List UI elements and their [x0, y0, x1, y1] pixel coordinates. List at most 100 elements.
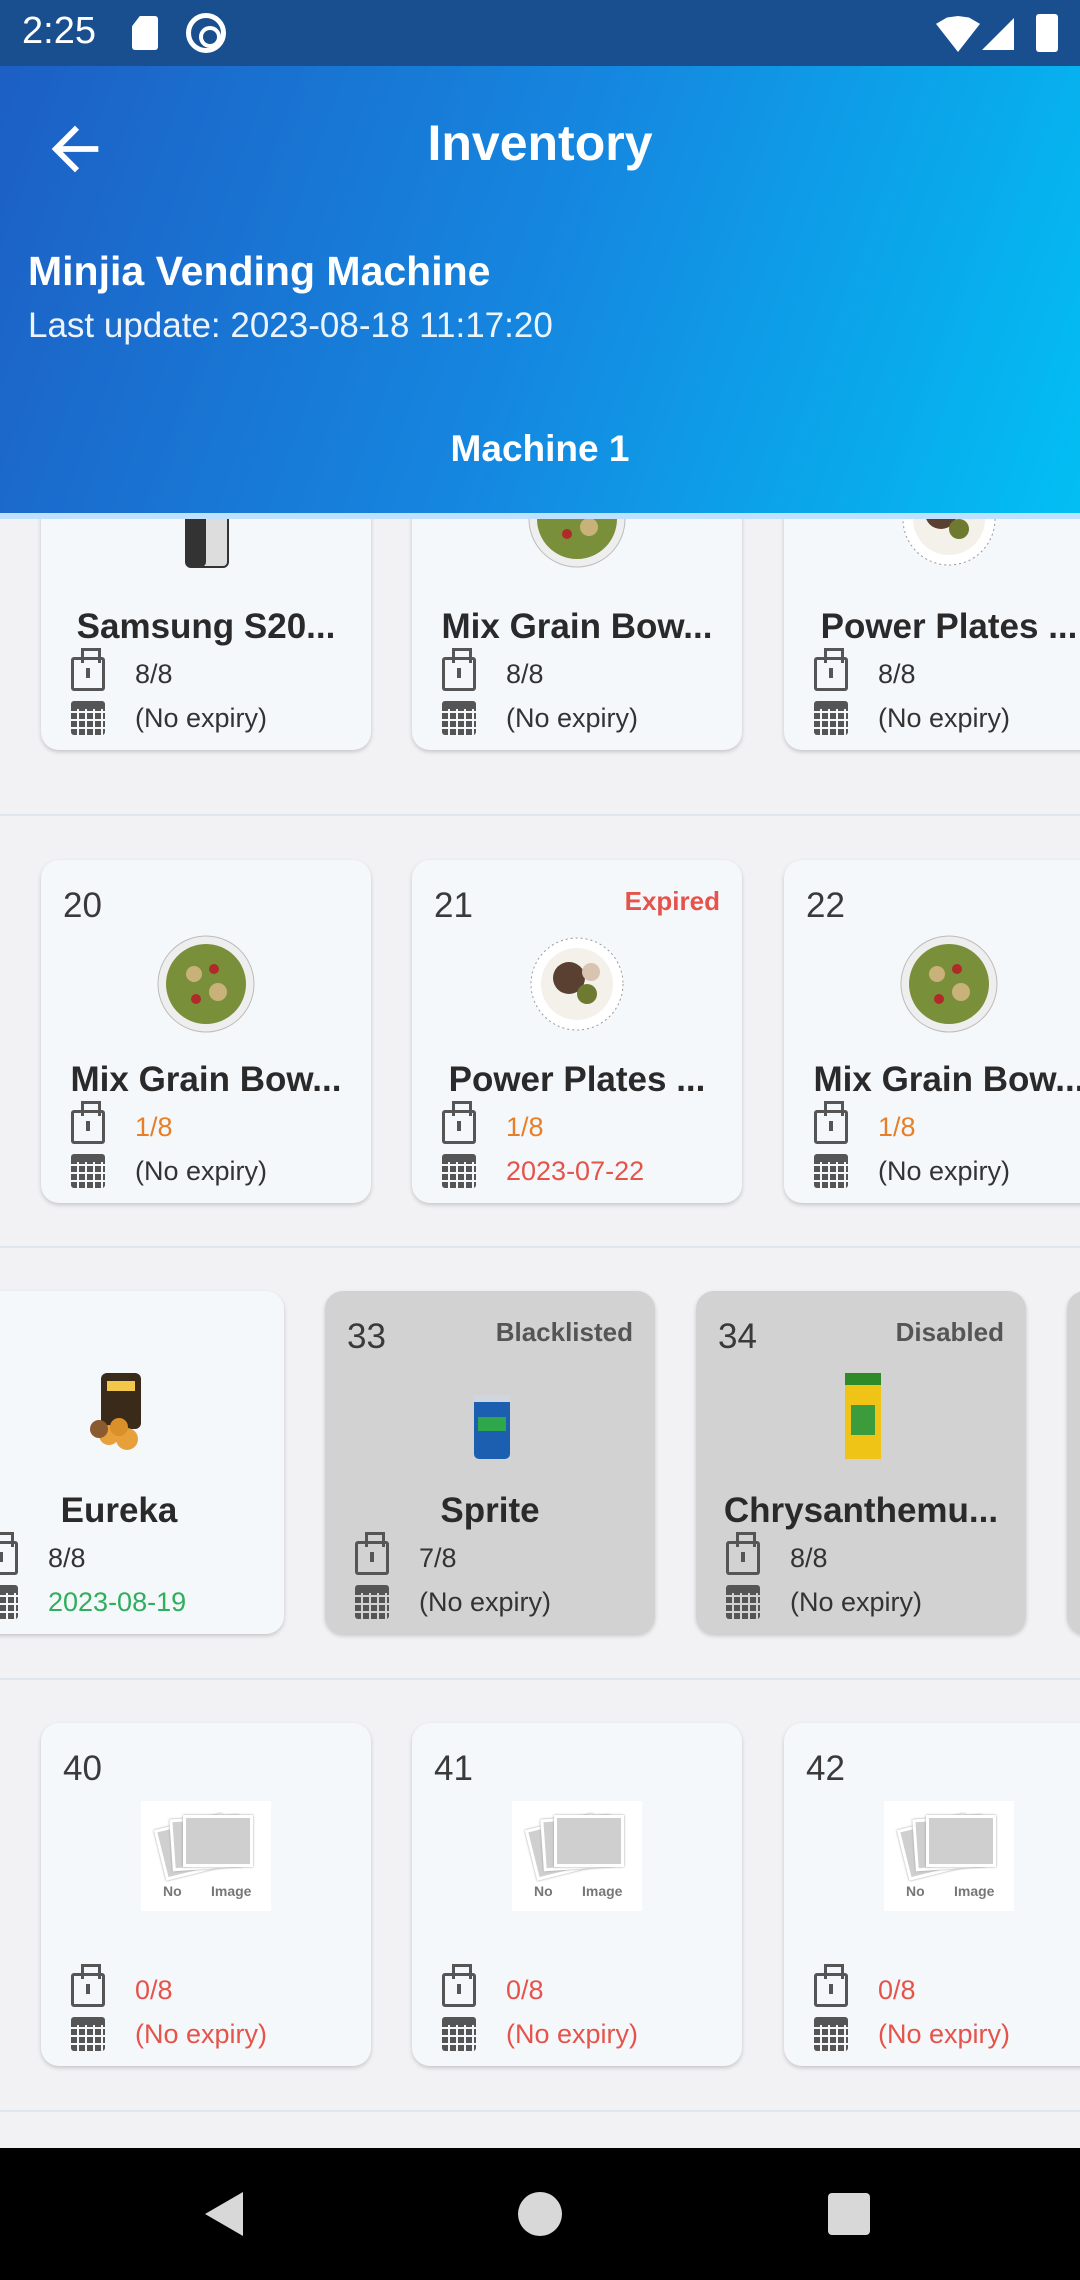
calendar-icon — [0, 1585, 18, 1619]
slot-card[interactable]: 41 No Image 0/8 (No expiry) — [412, 1723, 742, 2066]
quantity-value: 8/8 — [48, 1542, 86, 1573]
battery-icon — [1036, 14, 1058, 52]
no-image-label: Image — [954, 1883, 995, 1899]
product-name: Power Plates ... — [820, 607, 1078, 646]
no-image-label: Image — [582, 1883, 623, 1899]
quantity: 8/8 — [71, 648, 173, 691]
box-icon — [71, 1964, 105, 2007]
expiry-value: (No expiry) — [419, 1586, 552, 1617]
product-name: Mix Grain Bow... — [70, 1060, 342, 1099]
assistant-icon — [186, 13, 226, 53]
quantity: 8/8 — [814, 648, 916, 691]
expiry: (No expiry) — [814, 2017, 1010, 2051]
quantity-value: 8/8 — [878, 658, 916, 689]
quantity: 8/8 — [726, 1532, 828, 1575]
quantity-value: 0/8 — [135, 1974, 173, 2005]
signal-icon — [982, 18, 1014, 50]
box-icon — [0, 1532, 18, 1575]
slot-card[interactable]: 40 No Image 0/8 (No expiry) — [41, 1723, 371, 2066]
slot-card[interactable]: Power Plates ... 8/8 (No expiry) — [784, 519, 1080, 750]
quantity: 1/8 — [814, 1101, 916, 1144]
soda-can-image — [474, 1395, 510, 1459]
row-divider — [0, 2110, 1080, 2112]
calendar-icon — [814, 2017, 848, 2051]
quantity-value: 8/8 — [135, 658, 173, 689]
row-divider — [0, 1246, 1080, 1248]
slot-number: 20 — [63, 886, 102, 925]
inventory-grid[interactable]: Samsung S20... 8/8 (No expiry) Mix Grain… — [0, 519, 1080, 2148]
status-badge: Disabled — [895, 1317, 1004, 1347]
box-icon — [814, 1101, 848, 1144]
expiry-value: (No expiry) — [135, 2018, 268, 2049]
calendar-icon — [442, 701, 476, 735]
sd-card-icon — [132, 16, 158, 50]
expiry-value: (No expiry) — [506, 2018, 639, 2049]
expiry-value: (No expiry) — [878, 702, 1011, 733]
expiry: (No expiry) — [71, 1154, 267, 1188]
nav-back-icon[interactable] — [205, 2192, 243, 2236]
expiry: (No expiry) — [814, 701, 1010, 735]
quantity-value: 7/8 — [419, 1542, 457, 1573]
calendar-icon — [442, 1154, 476, 1188]
status-time: 2:25 — [22, 10, 96, 52]
product-name: Chrysanthemu... — [723, 1491, 999, 1530]
expiry-value: (No expiry) — [135, 702, 268, 733]
slot-number: 40 — [63, 1749, 102, 1788]
expiry-value: (No expiry) — [790, 1586, 923, 1617]
slot-card[interactable]: Samsung S20... 8/8 (No expiry) — [41, 519, 371, 750]
quantity: 8/8 — [0, 1532, 86, 1575]
product-name: Mix Grain Bow... — [813, 1060, 1080, 1099]
expiry-value: (No expiry) — [878, 1155, 1011, 1186]
calendar-icon — [71, 2017, 105, 2051]
expiry: (No expiry) — [355, 1585, 551, 1619]
system-nav-bar — [0, 2148, 1080, 2280]
slot-card[interactable]: 20 Mix Grain Bow... 1/8 (No expiry) — [41, 860, 371, 1203]
slot-card[interactable]: 21 Expired Power Plates ... 1/8 2023-07-… — [412, 860, 742, 1203]
slot-card[interactable]: Mix Grain Bow... 8/8 (No expiry) — [412, 519, 742, 750]
quantity-value: 0/8 — [878, 1974, 916, 2005]
box-icon — [71, 1101, 105, 1144]
tab-machine-1[interactable]: Machine 1 — [0, 428, 1080, 470]
no-image-label: Image — [211, 1883, 252, 1899]
slot-card[interactable]: 33 Blacklisted Sprite 7/8 (No expiry) — [325, 1291, 655, 1634]
expiry: (No expiry) — [442, 2017, 638, 2051]
slot-row: Samsung S20... 8/8 (No expiry) Mix Grain… — [0, 519, 1080, 839]
box-icon — [442, 1101, 476, 1144]
slot-number: 22 — [806, 886, 845, 925]
calendar-icon — [726, 1585, 760, 1619]
expiry-value: 2023-08-19 — [48, 1586, 187, 1617]
slot-number: 41 — [434, 1749, 473, 1788]
calendar-icon — [71, 701, 105, 735]
slot-card[interactable] — [1067, 1291, 1080, 1634]
calendar-icon — [71, 1154, 105, 1188]
photo-stack-icon — [183, 1815, 253, 1867]
expiry-value: 2023-07-22 — [506, 1155, 645, 1186]
slot-number: 33 — [347, 1317, 386, 1356]
calendar-icon — [814, 701, 848, 735]
product-name: Samsung S20... — [76, 607, 336, 646]
nav-home-icon[interactable] — [518, 2192, 562, 2236]
slot-row: 20 Mix Grain Bow... 1/8 (No expiry) 21 E… — [0, 860, 1080, 1292]
status-bar: 2:25 — [0, 0, 1080, 66]
slot-card[interactable]: 2 Eureka 8/8 2023-08-19 — [0, 1291, 284, 1634]
machine-name: Minjia Vending Machine — [28, 248, 491, 294]
slot-card[interactable]: 34 Disabled Chrysanthemu... 8/8 (No expi… — [696, 1291, 1026, 1634]
box-icon — [71, 648, 105, 691]
slot-card[interactable]: 22 Mix Grain Bow... 1/8 (No expiry) — [784, 860, 1080, 1203]
expiry: (No expiry) — [726, 1585, 922, 1619]
quantity-value: 1/8 — [135, 1111, 173, 1142]
nav-recents-icon[interactable] — [828, 2193, 870, 2235]
box-icon — [355, 1532, 389, 1575]
salad-bowl-image — [900, 935, 998, 1033]
quantity: 7/8 — [355, 1532, 457, 1575]
box-icon — [814, 648, 848, 691]
slot-number: 34 — [718, 1317, 757, 1356]
slot-row: 40 No Image 0/8 (No expiry) 41 No Image — [0, 1723, 1080, 2148]
expiry-value: (No expiry) — [878, 2018, 1011, 2049]
power-plate-image — [902, 519, 996, 566]
quantity: 1/8 — [71, 1101, 173, 1144]
no-image-label: No — [163, 1883, 182, 1899]
slot-card[interactable]: 42 No Image 0/8 (No expiry) — [784, 1723, 1080, 2066]
drink-carton-image — [845, 1373, 881, 1459]
expiry: 2023-08-19 — [0, 1585, 186, 1619]
